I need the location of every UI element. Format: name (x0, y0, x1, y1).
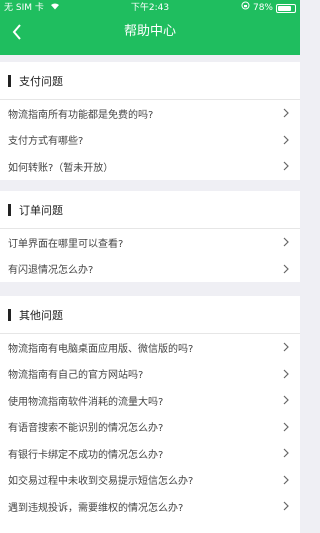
list-item[interactable]: 如何转账?（暂未开放） (0, 153, 300, 180)
list-item[interactable]: 如交易过程中未收到交易提示短信怎么办? (0, 467, 300, 494)
status-right: 78% (241, 0, 296, 16)
section-title: 其他问题 (0, 296, 300, 334)
list-item-label: 有银行卡绑定不成功的情况怎么办? (8, 449, 164, 461)
list-item-label: 支付方式有哪些? (8, 136, 84, 148)
section-title-label: 其他问题 (19, 308, 63, 322)
chevron-right-icon (282, 135, 290, 145)
chevron-right-icon (282, 475, 290, 485)
list-item-label: 使用物流指南软件消耗的流量大吗? (8, 396, 164, 408)
chevron-right-icon (282, 369, 290, 379)
page-title: 帮助中心 (123, 24, 176, 39)
list-item-label: 有语音搜索不能识别的情况怎么办? (8, 423, 164, 435)
chevron-right-icon (282, 264, 290, 274)
list-item-label: 订单界面在哪里可以查看? (8, 238, 124, 250)
list-item-label: 如何转账?（暂未开放） (8, 162, 114, 174)
list-item-label: 物流指南所有功能都是免费的吗? (8, 109, 154, 121)
section-marker (8, 203, 11, 216)
battery-icon (276, 3, 296, 13)
list-item[interactable]: 物流指南有自己的官方网站吗? (0, 361, 300, 388)
section-title: 订单问题 (0, 191, 300, 229)
chevron-right-icon (282, 501, 290, 511)
list-item[interactable]: 物流指南所有功能都是免费的吗? (0, 100, 300, 127)
section-orders: 订单问题 订单界面在哪里可以查看? 有闪退情况怎么办? (0, 191, 300, 282)
nav-bar: 帮助中心 (0, 16, 300, 48)
list-item[interactable]: 有银行卡绑定不成功的情况怎么办? (0, 440, 300, 467)
section-title-label: 订单问题 (19, 203, 63, 217)
section-payment: 支付问题 物流指南所有功能都是免费的吗? 支付方式有哪些? 如何转账?（暂未开放… (0, 62, 300, 180)
chevron-right-icon (282, 422, 290, 432)
section-title: 支付问题 (0, 62, 300, 100)
rotation-lock-icon (241, 0, 250, 16)
battery-percent: 78% (252, 3, 273, 13)
section-marker (8, 74, 11, 87)
chevron-right-icon (282, 395, 290, 405)
status-bar: 无 SIM 卡 下午2:43 78% (0, 0, 300, 16)
list-item-label: 遇到违规投诉，需要维权的情况怎么办? (8, 502, 184, 514)
app-header: 无 SIM 卡 下午2:43 78% 帮助中心 (0, 0, 300, 55)
list-item[interactable]: 物流指南有电脑桌面应用版、微信版的吗? (0, 334, 300, 361)
chevron-right-icon (282, 342, 290, 352)
chevron-right-icon (282, 448, 290, 458)
list-item-label: 物流指南有自己的官方网站吗? (8, 370, 144, 382)
chevron-right-icon (282, 108, 290, 118)
list-item[interactable]: 遇到违规投诉，需要维权的情况怎么办? (0, 493, 300, 520)
list-item[interactable]: 有闪退情况怎么办? (0, 256, 300, 283)
list-item-label: 物流指南有电脑桌面应用版、微信版的吗? (8, 343, 194, 355)
list-item[interactable]: 使用物流指南软件消耗的流量大吗? (0, 387, 300, 414)
list-item-label: 如交易过程中未收到交易提示短信怎么办? (8, 476, 194, 488)
chevron-right-icon (282, 237, 290, 247)
section-other: 其他问题 物流指南有电脑桌面应用版、微信版的吗? 物流指南有自己的官方网站吗? … (0, 296, 300, 533)
list-item[interactable]: 有语音搜索不能识别的情况怎么办? (0, 414, 300, 441)
chevron-right-icon (282, 161, 290, 171)
list-item[interactable]: 支付方式有哪些? (0, 127, 300, 154)
section-marker (8, 308, 11, 321)
list-item[interactable]: 订单界面在哪里可以查看? (0, 229, 300, 256)
section-title-label: 支付问题 (19, 74, 63, 88)
list-item-label: 有闪退情况怎么办? (8, 265, 94, 277)
